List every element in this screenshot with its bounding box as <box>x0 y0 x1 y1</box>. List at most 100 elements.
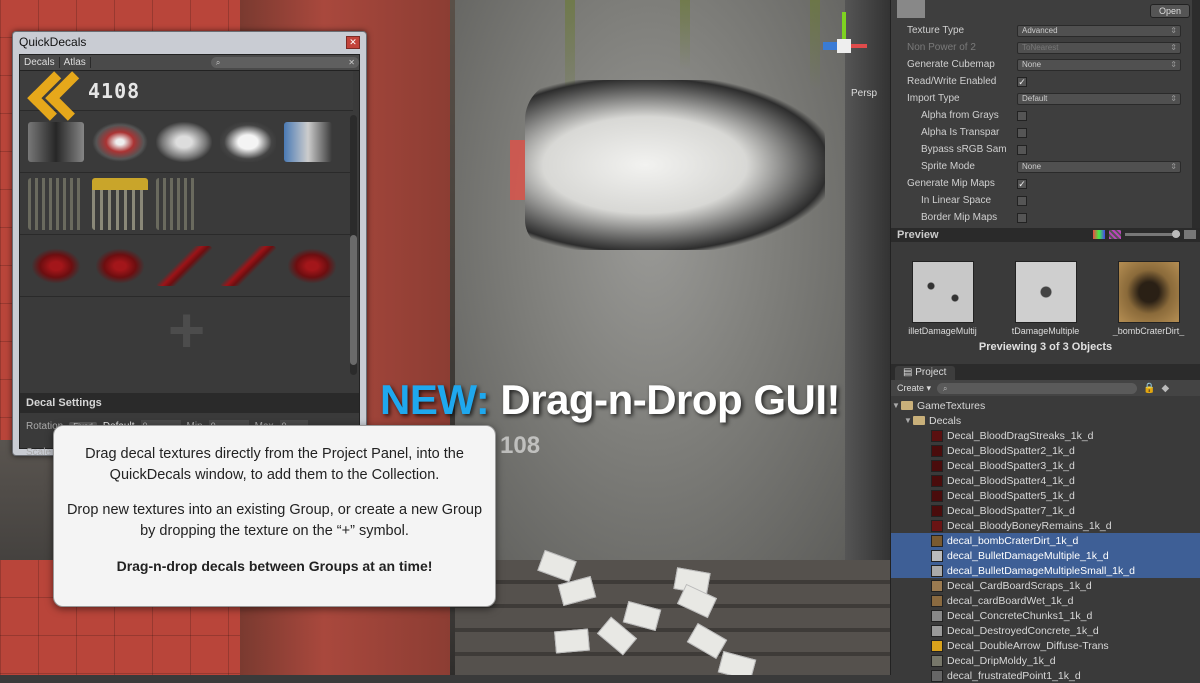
lock-icon[interactable]: 🔒 <box>1143 383 1155 394</box>
decal-thumbnail[interactable] <box>284 121 332 162</box>
decal-thumbnail[interactable] <box>28 177 84 230</box>
decal-thumbnail[interactable] <box>220 121 276 162</box>
prop-label: Bypass sRGB Sam <box>921 144 1007 155</box>
file-name: Decal_BloodDragStreaks_1k_d <box>947 429 1094 442</box>
texture-file-icon <box>931 459 943 472</box>
prop-checkbox[interactable]: ✓ <box>1017 76 1027 87</box>
file-row[interactable]: decal_frustratedPoint1_1k_d <box>891 668 1200 683</box>
plus-icon[interactable]: + <box>168 298 205 362</box>
decal-thumbnail[interactable] <box>92 121 148 162</box>
create-dropdown[interactable]: Create ▾ <box>897 383 931 394</box>
file-row[interactable]: Decal_CardBoardScraps_1k_d <box>891 578 1200 593</box>
gizmo-persp-label: Persp <box>851 88 878 99</box>
file-row[interactable]: Decal_BloodDragStreaks_1k_d <box>891 428 1200 443</box>
texture-file-icon <box>931 504 943 517</box>
decal-thumbnail[interactable] <box>156 177 196 230</box>
decal-thumbnail[interactable] <box>156 121 212 162</box>
decal-group-graffiti[interactable] <box>20 111 353 173</box>
expand-arrow-icon[interactable]: ▼ <box>903 416 913 425</box>
inspector-prop-row: Sprite Mode None <box>891 158 1200 175</box>
tab-decals[interactable]: Decals <box>20 57 60 68</box>
preview-options-icon[interactable] <box>1184 230 1196 239</box>
texture-file-icon <box>931 429 943 442</box>
prop-dropdown[interactable]: None <box>1017 160 1181 173</box>
folder-name: Decals <box>929 414 962 427</box>
preview-item-name: _bombCraterDirt_ <box>1112 326 1185 336</box>
group-number-decal[interactable]: 4108 <box>88 79 140 103</box>
callout-paragraph-1: Drag decal textures directly from the Pr… <box>85 446 464 483</box>
tab-atlas[interactable]: Atlas <box>60 57 91 68</box>
decal-thumbnail[interactable] <box>28 121 84 162</box>
quickdecals-toolbar: Decals Atlas ⌕ ✕ <box>20 55 359 71</box>
inspector-scrollbar[interactable] <box>1192 0 1200 228</box>
decal-thumbnail[interactable] <box>92 177 148 230</box>
prop-label: Border Mip Maps <box>921 212 998 223</box>
inspector-header: Open <box>891 0 1200 22</box>
tag-icon[interactable]: ◆ <box>1162 383 1170 394</box>
file-row[interactable]: Decal_ConcreteChunks1_1k_d <box>891 608 1200 623</box>
clear-search-icon[interactable]: ✕ <box>348 57 355 68</box>
prop-dropdown[interactable]: Advanced <box>1017 24 1181 37</box>
file-row[interactable]: Decal_DripMoldy_1k_d <box>891 653 1200 668</box>
decal-thumbnail[interactable] <box>156 245 212 286</box>
window-title: QuickDecals <box>19 35 87 49</box>
prop-checkbox[interactable] <box>1017 212 1027 223</box>
prop-checkbox[interactable] <box>1017 127 1027 138</box>
decal-group-drips[interactable] <box>20 173 353 235</box>
prop-dropdown[interactable]: Default <box>1017 92 1181 105</box>
file-row[interactable]: Decal_BloodSpatter3_1k_d <box>891 458 1200 473</box>
preview-item[interactable]: illetDamageMultij <box>898 261 988 336</box>
decal-thumbnail[interactable] <box>92 245 148 286</box>
file-row[interactable]: Decal_BloodyBoneyRemains_1k_d <box>891 518 1200 533</box>
quickdecals-window[interactable]: QuickDecals ✕ Decals Atlas ⌕ ✕ 4108 + De… <box>12 31 367 458</box>
prop-dropdown[interactable]: ToNearest <box>1017 41 1181 54</box>
texture-file-icon <box>931 564 943 577</box>
file-row[interactable]: decal_cardBoardWet_1k_d <box>891 593 1200 608</box>
file-row[interactable]: decal_BulletDamageMultipleSmall_1k_d <box>891 563 1200 578</box>
preview-panel: Preview illetDamageMultij tDamageMultipl… <box>890 228 1200 364</box>
preview-title: Preview <box>897 229 939 241</box>
open-button[interactable]: Open <box>1149 4 1190 18</box>
file-row[interactable]: Decal_DoubleArrow_Diffuse-Trans <box>891 638 1200 653</box>
quickdecals-titlebar[interactable]: QuickDecals ✕ <box>13 32 366 52</box>
decal-group-header[interactable]: 4108 <box>20 71 353 111</box>
prop-checkbox[interactable]: ✓ <box>1017 178 1027 189</box>
folder-row[interactable]: ▼ Decals <box>891 413 1200 428</box>
inspector-prop-row: In Linear Space <box>891 192 1200 209</box>
prop-dropdown[interactable]: None <box>1017 58 1181 71</box>
tab-project[interactable]: ▤ Project <box>895 366 955 380</box>
file-row[interactable]: Decal_BloodSpatter4_1k_d <box>891 473 1200 488</box>
decal-thumbnail[interactable] <box>284 245 340 286</box>
gizmo-center[interactable] <box>837 39 851 53</box>
rgb-channel-icon[interactable] <box>1093 230 1105 239</box>
scene-gizmo[interactable]: Persp <box>815 8 878 99</box>
file-row[interactable]: Decal_DestroyedConcrete_1k_d <box>891 623 1200 638</box>
decal-group-blood[interactable] <box>20 235 353 297</box>
search-input[interactable]: ⌕ ✕ <box>210 57 359 68</box>
file-name: decal_frustratedPoint1_1k_d <box>947 669 1081 682</box>
mip-level-slider[interactable] <box>1125 230 1180 238</box>
folder-row[interactable]: ▼ GameTextures <box>891 398 1200 413</box>
project-search-input[interactable]: ⌕ <box>937 382 1138 394</box>
texture-file-icon <box>931 594 943 607</box>
prop-checkbox[interactable] <box>1017 195 1027 206</box>
double-arrow-decal-icon[interactable] <box>28 74 80 108</box>
prop-checkbox[interactable] <box>1017 110 1027 121</box>
file-row[interactable]: Decal_BloodSpatter7_1k_d <box>891 503 1200 518</box>
decal-thumbnail[interactable] <box>220 245 276 286</box>
decal-thumbnail[interactable] <box>28 245 84 286</box>
scrollbar-thumb[interactable] <box>350 235 357 365</box>
preview-item[interactable]: _bombCraterDirt_ <box>1104 261 1194 336</box>
file-row[interactable]: Decal_BloodSpatter5_1k_d <box>891 488 1200 503</box>
folder-icon <box>913 416 925 425</box>
file-row[interactable]: decal_bombCraterDirt_1k_d <box>891 533 1200 548</box>
new-group-drop-zone[interactable]: + <box>20 297 353 363</box>
file-row[interactable]: decal_BulletDamageMultiple_1k_d <box>891 548 1200 563</box>
file-row[interactable]: Decal_BloodSpatter2_1k_d <box>891 443 1200 458</box>
prop-checkbox[interactable] <box>1017 144 1027 155</box>
close-icon[interactable]: ✕ <box>346 35 360 49</box>
groups-scrollbar[interactable] <box>350 115 357 375</box>
expand-arrow-icon[interactable]: ▼ <box>891 401 901 410</box>
alpha-channel-icon[interactable] <box>1109 230 1121 239</box>
preview-item[interactable]: tDamageMultiple <box>1001 261 1091 336</box>
